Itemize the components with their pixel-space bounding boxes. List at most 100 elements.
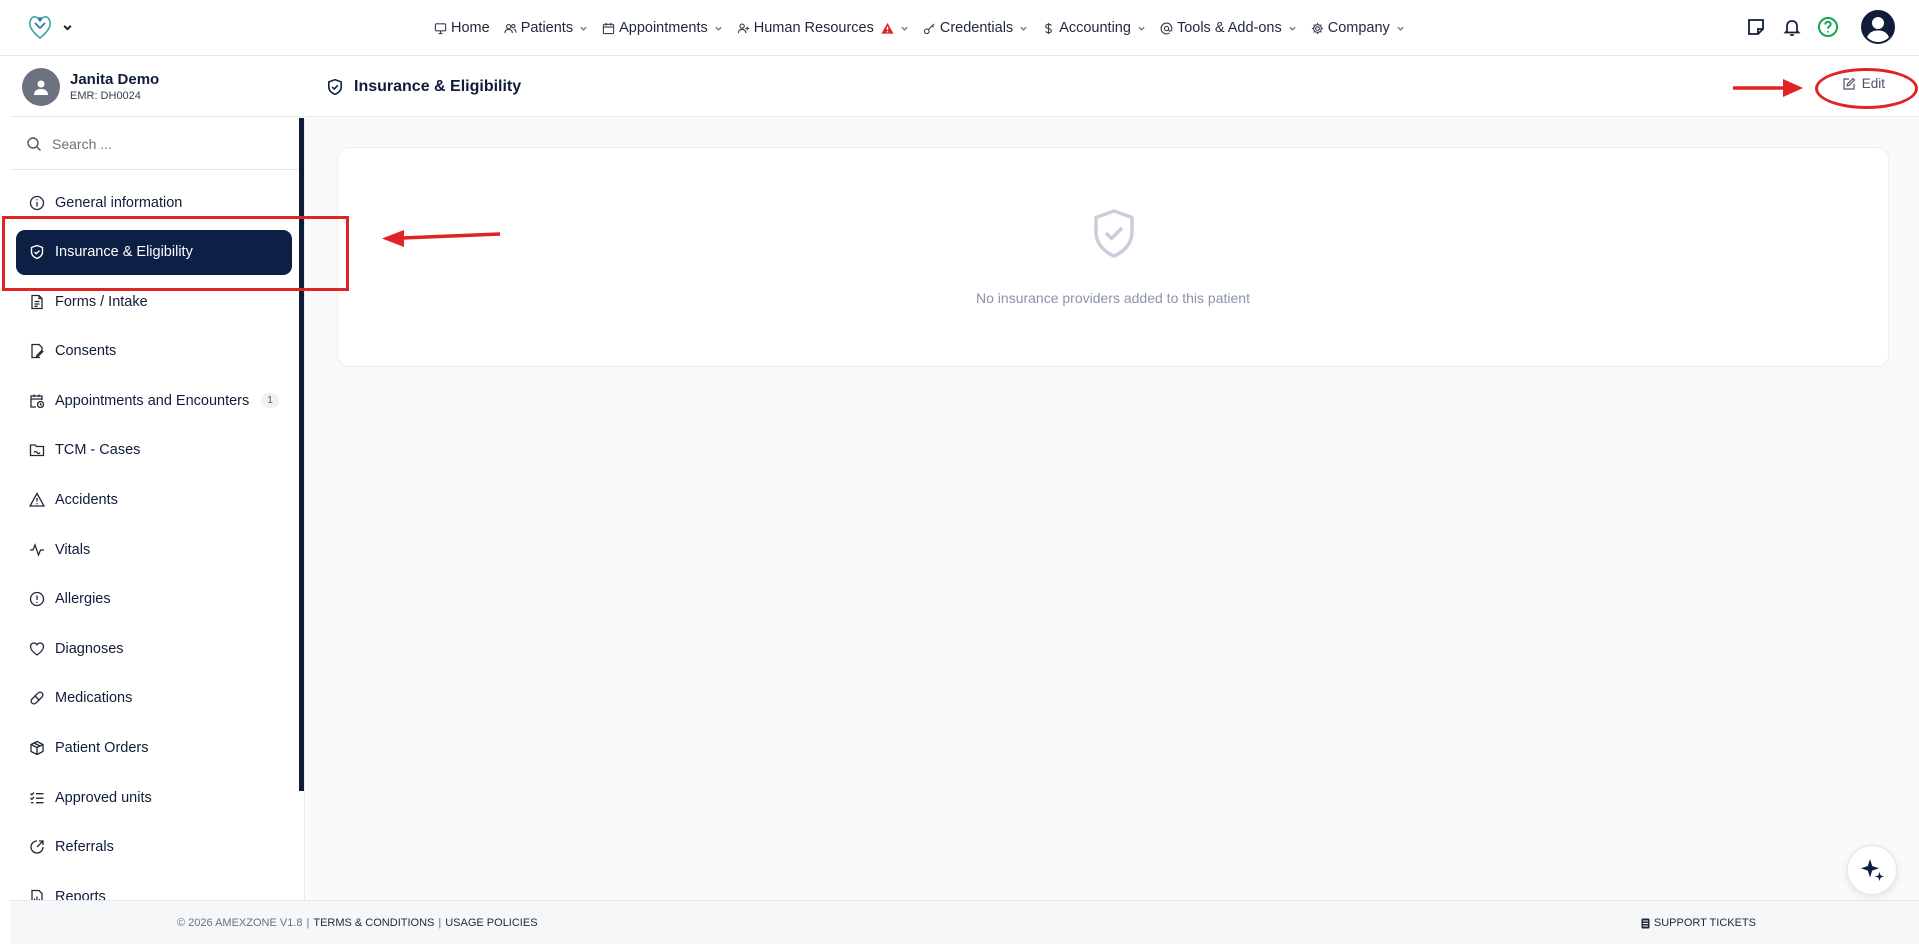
logo-icon bbox=[28, 16, 52, 40]
sidebar-item-diagnoses[interactable]: Diagnoses bbox=[16, 626, 292, 671]
nav-appointments[interactable]: Appointments bbox=[602, 20, 723, 36]
search-input[interactable] bbox=[52, 135, 272, 152]
sidebar-item-consents[interactable]: Consents bbox=[16, 329, 292, 374]
chevron-down-icon bbox=[1138, 26, 1145, 31]
sidebar-item-label: Allergies bbox=[55, 591, 111, 608]
page-header: Insurance & Eligibility Edit bbox=[306, 57, 1919, 117]
chevron-down-icon bbox=[1020, 26, 1027, 31]
help-button[interactable] bbox=[1817, 16, 1839, 38]
sidebar-item-allergies[interactable]: Allergies bbox=[16, 577, 292, 622]
sidebar-item-approved-units[interactable]: Approved units bbox=[16, 775, 292, 820]
sidebar-item-accidents[interactable]: Accidents bbox=[16, 478, 292, 523]
sidebar-item-label: Consents bbox=[55, 343, 117, 360]
sidebar-item-insurance-eligibility[interactable]: Insurance & Eligibility bbox=[16, 229, 292, 275]
notes-button[interactable] bbox=[1745, 16, 1767, 38]
edit-button[interactable]: Edit bbox=[1842, 76, 1885, 91]
warning-icon bbox=[29, 492, 45, 507]
support-tickets-label: SUPPORT TICKETS bbox=[1653, 917, 1756, 929]
sidebar-item-label: TCM - Cases bbox=[55, 442, 141, 459]
nav-accounting-label: Accounting bbox=[1059, 20, 1131, 36]
sidebar-item-label: Insurance & Eligibility bbox=[55, 244, 193, 261]
page-title: Insurance & Eligibility bbox=[354, 77, 522, 95]
sidebar-item-medications[interactable]: Medications bbox=[16, 676, 292, 721]
search-icon bbox=[27, 136, 41, 151]
user-icon bbox=[34, 80, 48, 95]
sidebar-item-vitals[interactable]: Vitals bbox=[16, 527, 292, 572]
sidebar-item-reports[interactable]: Reports bbox=[16, 874, 292, 900]
sidebar-item-patient-orders[interactable]: Patient Orders bbox=[16, 726, 292, 771]
sidebar-scrollbar[interactable] bbox=[299, 118, 304, 791]
patient-header: Janita Demo EMR: DH0024 bbox=[10, 57, 305, 117]
nav-human-resources[interactable]: Human Resources bbox=[737, 20, 909, 36]
top-navbar: Home Patients Appointments Human Resourc… bbox=[0, 0, 1919, 56]
sidebar-item-appointments-encounters[interactable]: Appointments and Encounters 1 bbox=[16, 378, 292, 423]
sidebar-item-label: Reports bbox=[55, 888, 106, 900]
notifications-button[interactable] bbox=[1781, 16, 1803, 38]
usage-policies-link[interactable]: USAGE POLICIES bbox=[445, 917, 537, 929]
nav-credentials-label: Credentials bbox=[939, 20, 1014, 36]
monitor-icon bbox=[434, 22, 447, 34]
sidebar-menu: General information Insurance & Eligibil… bbox=[10, 170, 304, 900]
document-icon bbox=[31, 294, 43, 309]
user-avatar[interactable] bbox=[1861, 10, 1895, 44]
copyright-text: © 2026 AMEXZONE V1.8 bbox=[177, 917, 303, 929]
patient-emr: EMR: DH0024 bbox=[70, 90, 141, 102]
sidebar-item-general-information[interactable]: General information bbox=[16, 180, 292, 225]
heart-icon bbox=[29, 642, 45, 656]
chevron-down-icon bbox=[580, 26, 587, 31]
page-footer: © 2026 AMEXZONE V1.8 | TERMS & CONDITION… bbox=[10, 900, 1919, 944]
sidebar-item-label: Vitals bbox=[55, 541, 91, 558]
sidebar-item-label: Appointments and Encounters bbox=[55, 392, 250, 409]
shield-check-icon bbox=[1094, 209, 1134, 258]
terms-link[interactable]: TERMS & CONDITIONS bbox=[313, 917, 434, 929]
sidebar-item-label: Medications bbox=[55, 690, 133, 707]
chevron-down-icon bbox=[1397, 26, 1404, 31]
chevron-down-icon bbox=[901, 26, 908, 31]
sidebar-item-label: General information bbox=[55, 194, 183, 211]
nav-tools-addons[interactable]: Tools & Add-ons bbox=[1160, 20, 1297, 36]
ticket-icon bbox=[1641, 918, 1650, 928]
nav-home[interactable]: Home bbox=[434, 20, 490, 36]
app-logo[interactable] bbox=[26, 14, 73, 40]
sparkle-icon bbox=[1861, 859, 1884, 881]
key-icon bbox=[923, 22, 935, 34]
patient-avatar bbox=[22, 67, 60, 106]
empty-state-message: No insurance providers added to this pat… bbox=[976, 290, 1250, 306]
info-icon bbox=[29, 195, 45, 210]
main-content: Insurance & Eligibility Edit No insuranc… bbox=[306, 57, 1919, 900]
sidebar-item-tcm-cases[interactable]: TCM - Cases bbox=[16, 428, 292, 473]
sticky-note-icon bbox=[1748, 19, 1764, 35]
ai-assistant-button[interactable] bbox=[1847, 845, 1897, 895]
patient-name: Janita Demo bbox=[70, 71, 160, 88]
sidebar-scroll-area: General information Insurance & Eligibil… bbox=[10, 118, 305, 900]
sidebar-item-forms-intake[interactable]: Forms / Intake bbox=[16, 279, 292, 324]
dollar-icon bbox=[1045, 22, 1053, 34]
file-signature-icon bbox=[31, 344, 44, 359]
pill-icon bbox=[30, 691, 44, 705]
shield-check-icon bbox=[30, 244, 44, 260]
chevron-down-icon bbox=[63, 24, 72, 31]
chevron-down-icon bbox=[1289, 26, 1296, 31]
nav-accounting[interactable]: Accounting bbox=[1042, 20, 1146, 36]
patient-sidebar: Janita Demo EMR: DH0024 General informat… bbox=[10, 57, 305, 900]
at-icon bbox=[1160, 22, 1173, 34]
nav-patients[interactable]: Patients bbox=[504, 20, 588, 36]
folder-icon bbox=[29, 444, 45, 457]
nav-patients-label: Patients bbox=[520, 20, 574, 36]
nav-company[interactable]: Company bbox=[1311, 20, 1405, 36]
support-tickets-link[interactable]: SUPPORT TICKETS bbox=[1641, 917, 1756, 929]
topbar-actions bbox=[1745, 10, 1895, 44]
calendar-clock-icon bbox=[30, 394, 45, 409]
nav-appointments-label: Appointments bbox=[619, 20, 708, 36]
edit-button-label: Edit bbox=[1861, 76, 1885, 91]
main-nav: Home Patients Appointments Human Resourc… bbox=[434, 0, 1405, 56]
sidebar-item-label: Accidents bbox=[55, 492, 118, 509]
nav-home-label: Home bbox=[451, 20, 490, 36]
calendar-icon bbox=[602, 22, 615, 34]
footer-left: © 2026 AMEXZONE V1.8 | TERMS & CONDITION… bbox=[177, 917, 538, 929]
empty-state-card: No insurance providers added to this pat… bbox=[337, 147, 1889, 367]
sidebar-item-referrals[interactable]: Referrals bbox=[16, 825, 292, 870]
bell-icon bbox=[1783, 20, 1801, 36]
count-badge: 1 bbox=[261, 393, 279, 409]
nav-credentials[interactable]: Credentials bbox=[923, 20, 1028, 36]
